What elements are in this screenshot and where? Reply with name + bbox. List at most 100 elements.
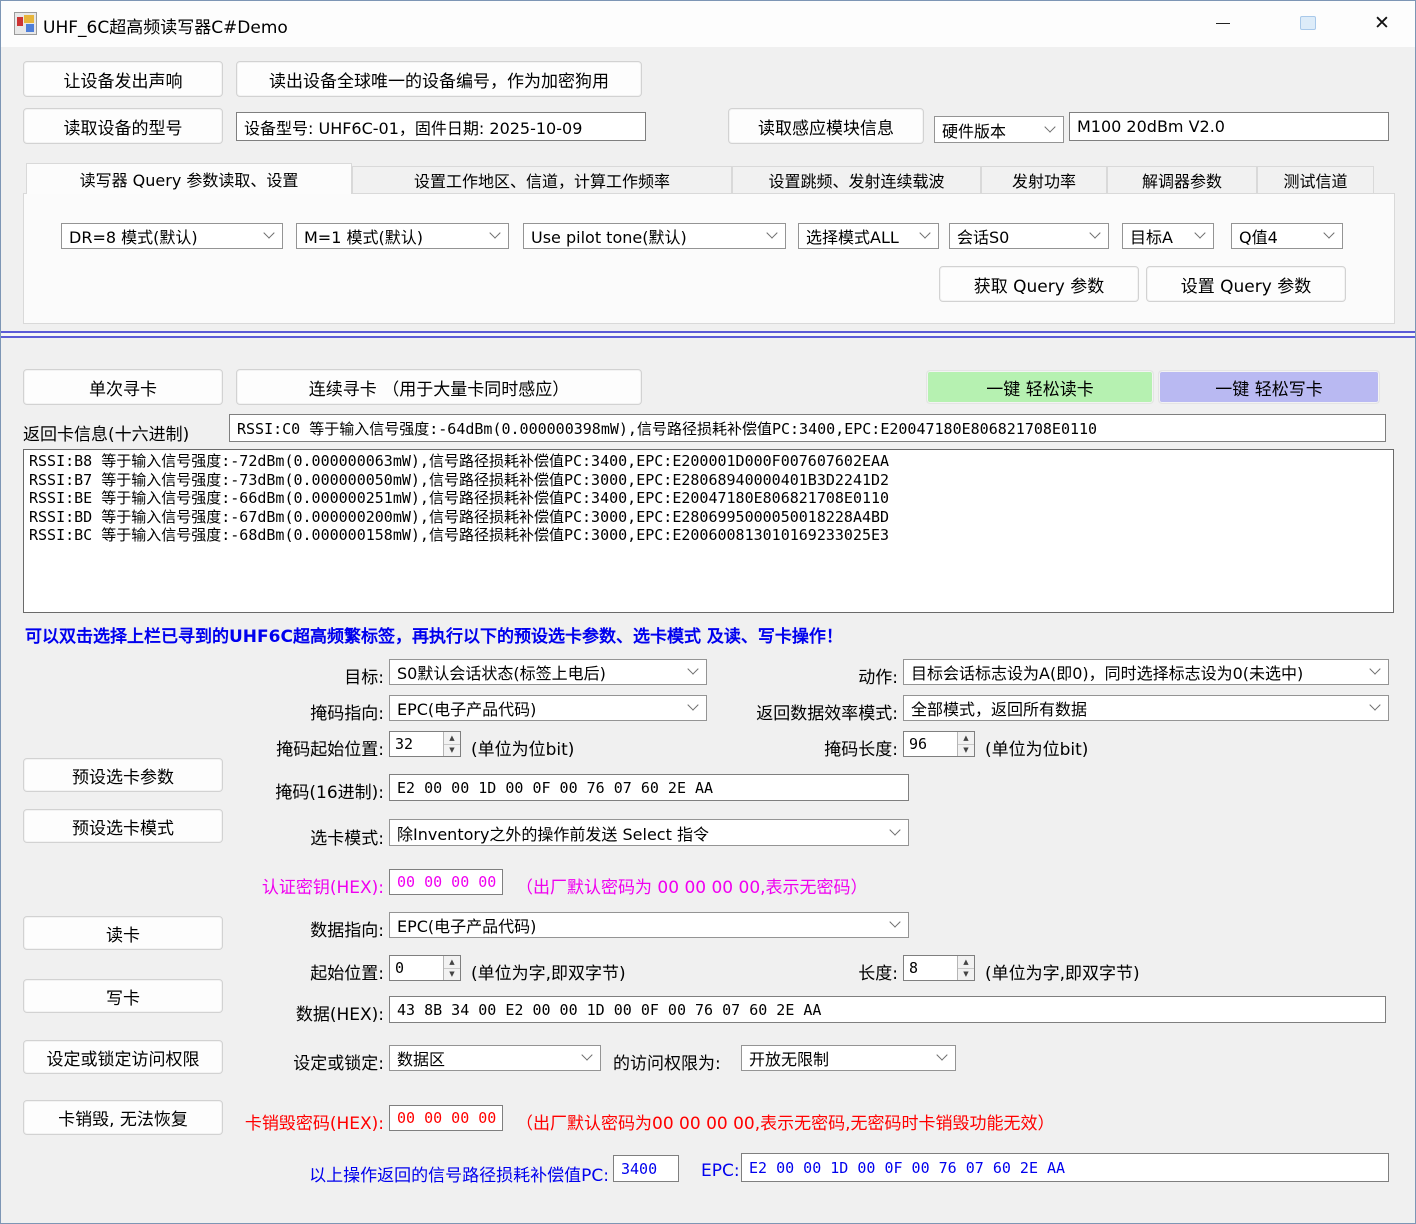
app-icon [14, 12, 37, 35]
start-pos-stepper[interactable]: 0 ▲▼ [389, 955, 461, 981]
kill-password-note: （出厂默认密码为00 00 00 00,表示无密码,无密码时卡销毁功能无效） [516, 1109, 1055, 1134]
auth-key-label: 认证密钥(HEX): [101, 873, 384, 898]
log-line[interactable]: RSSI:B7 等于输入信号强度:-73dBm(0.000000050mW),信… [29, 471, 1388, 490]
mask-len-label: 掩码长度: [611, 735, 898, 760]
chevron-down-icon [889, 916, 900, 927]
mask-len-stepper[interactable]: 96 ▲▼ [903, 731, 975, 757]
epc-result-label: EPC: [701, 1161, 740, 1181]
target-dropdown[interactable]: 目标A [1122, 223, 1214, 249]
m-mode-dropdown[interactable]: M=1 模式(默认) [296, 223, 509, 249]
chevron-down-icon [1369, 663, 1380, 674]
spin-down-button[interactable]: ▼ [444, 745, 460, 757]
chevron-down-icon [919, 227, 930, 238]
q-value-dropdown[interactable]: Q值4 [1231, 223, 1343, 249]
card-select-mode-dropdown[interactable]: 除Inventory之外的操作前发送 Select 指令 [389, 819, 909, 846]
mask-start-label: 掩码起始位置: [101, 735, 384, 760]
return-info-label: 返回卡信息(十六进制) [23, 420, 189, 445]
perm-dropdown[interactable]: 开放无限制 [741, 1045, 956, 1071]
get-query-button[interactable]: 获取 Query 参数 [939, 266, 1139, 302]
read-card-button[interactable]: 读卡 [23, 916, 223, 950]
return-mode-dropdown[interactable]: 全部模式，返回所有数据 [903, 695, 1389, 721]
length-label: 长度: [611, 959, 898, 984]
chevron-down-icon [1323, 227, 1334, 238]
beep-button[interactable]: 让设备发出声响 [23, 61, 223, 97]
dr-mode-dropdown[interactable]: DR=8 模式(默认) [61, 223, 283, 249]
tab-hopping-carrier[interactable]: 设置跳频、发射连续载波 [732, 166, 981, 194]
close-button[interactable]: ✕ [1358, 6, 1406, 40]
chevron-down-icon [766, 227, 777, 238]
chevron-down-icon [581, 1049, 592, 1060]
spin-down-button[interactable]: ▼ [444, 969, 460, 981]
close-icon: ✕ [1374, 14, 1390, 33]
kill-password-field[interactable]: 00 00 00 00 [389, 1105, 503, 1131]
tab-demodulator[interactable]: 解调器参数 [1107, 166, 1257, 194]
tab-region-channel[interactable]: 设置工作地区、信道，计算工作频率 [352, 166, 732, 194]
action-label: 动作: [611, 663, 898, 688]
spin-up-button[interactable]: ▲ [444, 732, 460, 745]
chevron-down-icon [1194, 227, 1205, 238]
spin-up-button[interactable]: ▲ [958, 956, 974, 969]
auth-key-note: （出厂默认密码为 00 00 00 00,表示无密码） [516, 873, 868, 898]
read-module-button[interactable]: 读取感应模块信息 [728, 108, 924, 144]
spin-up-button[interactable]: ▲ [958, 732, 974, 745]
select-mode-label: 选卡模式: [101, 824, 384, 849]
length-unit: (单位为字,即双字节) [985, 959, 1140, 984]
chevron-down-icon [936, 1049, 947, 1060]
mask-start-stepper[interactable]: 32 ▲▼ [389, 731, 461, 757]
device-model-field[interactable]: 设备型号: UHF6C-01，固件日期: 2025-10-09 [236, 112, 646, 141]
mask-hex-label: 掩码(16进制): [101, 778, 384, 803]
data-hex-field[interactable]: 43 8B 34 00 E2 00 00 1D 00 0F 00 76 07 6… [389, 996, 1386, 1023]
return-mode-label: 返回数据效率模式: [611, 699, 898, 724]
select-mode-dropdown[interactable]: 选择模式ALL [798, 223, 939, 249]
mask-start-unit: (单位为位bit) [471, 735, 574, 760]
log-line[interactable]: RSSI:BD 等于输入信号强度:-67dBm(0.000000200mW),信… [29, 508, 1388, 527]
log-line[interactable]: RSSI:B8 等于输入信号强度:-72dBm(0.000000063mW),信… [29, 452, 1388, 471]
auth-key-field[interactable]: 00 00 00 00 [389, 869, 503, 895]
minimize-button[interactable] [1199, 6, 1247, 40]
perm-label: 的访问权限为: [613, 1049, 721, 1074]
length-stepper[interactable]: 8 ▲▼ [903, 955, 975, 981]
window-title: UHF_6C超高频读写器C#Demo [43, 13, 288, 38]
read-model-button[interactable]: 读取设备的型号 [23, 108, 223, 144]
maximize-icon [1300, 16, 1316, 30]
chevron-down-icon [263, 227, 274, 238]
pc-result-field[interactable]: 3400 [613, 1155, 679, 1182]
chevron-down-icon [889, 824, 900, 835]
spin-down-button[interactable]: ▼ [958, 969, 974, 981]
target-label: 目标: [101, 663, 384, 688]
module-info-field[interactable]: M100 20dBm V2.0 [1069, 112, 1389, 141]
hint-text: 可以双击选择上栏已寻到的UHF6C超高频繁标签，再执行以下的预设选卡参数、选卡模… [25, 622, 843, 647]
set-query-button[interactable]: 设置 Query 参数 [1146, 266, 1346, 302]
lock-bank-dropdown[interactable]: 数据区 [389, 1045, 601, 1071]
pilot-tone-dropdown[interactable]: Use pilot tone(默认) [523, 223, 786, 249]
return-info-field[interactable]: RSSI:C0 等于输入信号强度:-64dBm(0.000000398mW),信… [229, 414, 1386, 442]
action-dropdown[interactable]: 目标会话标志设为A(即0)，同时选择标志设为0(未选中) [903, 659, 1389, 685]
session-dropdown[interactable]: 会话S0 [949, 223, 1109, 249]
minimize-icon [1216, 23, 1230, 24]
epc-result-field[interactable]: E2 00 00 1D 00 0F 00 76 07 60 2E AA [741, 1153, 1389, 1182]
spin-down-button[interactable]: ▼ [958, 745, 974, 757]
mask-len-unit: (单位为位bit) [985, 735, 1088, 760]
pc-result-label: 以上操作返回的信号路径损耗补偿值PC: [231, 1161, 609, 1186]
easy-write-button[interactable]: 一键 轻松写卡 [1158, 370, 1380, 404]
log-line[interactable]: RSSI:BC 等于输入信号强度:-68dBm(0.000000158mW),信… [29, 526, 1388, 545]
easy-read-button[interactable]: 一键 轻松读卡 [926, 370, 1154, 404]
mask-hex-field[interactable]: E2 00 00 1D 00 0F 00 76 07 60 2E AA [389, 774, 909, 801]
hw-version-dropdown[interactable]: 硬件版本 [934, 116, 1064, 143]
section-divider [1, 331, 1416, 338]
card-log-listbox[interactable]: RSSI:B8 等于输入信号强度:-72dBm(0.000000063mW),信… [23, 449, 1394, 613]
maximize-button[interactable] [1284, 6, 1332, 40]
log-line[interactable]: RSSI:BE 等于输入信号强度:-66dBm(0.000000251mW),信… [29, 489, 1388, 508]
tab-tx-power[interactable]: 发射功率 [981, 166, 1107, 194]
data-bank-dropdown[interactable]: EPC(电子产品代码) [389, 912, 909, 938]
tab-query-params[interactable]: 读写器 Query 参数读取、设置 [26, 163, 352, 194]
query-tab-panel [23, 193, 1395, 324]
chevron-down-icon [1044, 121, 1055, 132]
tab-test-channel[interactable]: 测试信道 [1257, 166, 1374, 194]
single-inventory-button[interactable]: 单次寻卡 [23, 369, 223, 405]
spin-up-button[interactable]: ▲ [444, 956, 460, 969]
chevron-down-icon [1369, 699, 1380, 710]
lock-label: 设定或锁定: [101, 1049, 384, 1074]
continuous-inventory-button[interactable]: 连续寻卡 （用于大量卡同时感应） [236, 369, 642, 405]
read-serial-button[interactable]: 读出设备全球唯一的设备编号，作为加密狗用 [236, 61, 642, 97]
